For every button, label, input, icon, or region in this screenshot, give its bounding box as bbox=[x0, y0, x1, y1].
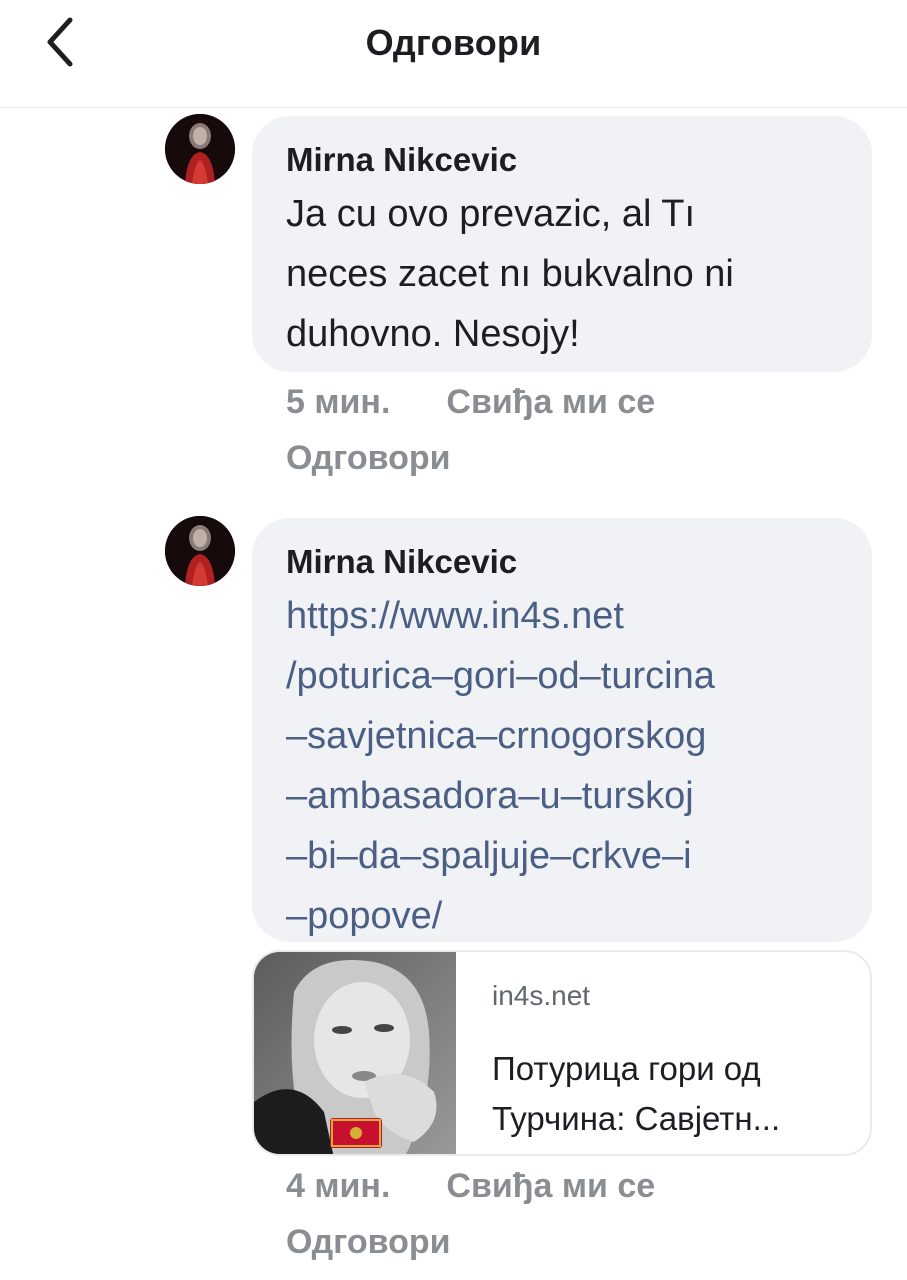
link-line[interactable]: –bi–da–spaljuje–crkve–i bbox=[286, 826, 838, 886]
comment-bubble[interactable]: Mirna Nikcevic Ja cu ovo prevazic, al Tı… bbox=[252, 116, 872, 372]
comment-text-line: Ja cu ovo prevazic, al Tı bbox=[286, 193, 696, 235]
link-preview-card[interactable]: in4s.net Потурица гори од Турчина: Савје… bbox=[252, 950, 872, 1156]
link-preview-title-line: Турчина: Савјетн... bbox=[492, 1100, 781, 1137]
top-bar: Одговори bbox=[0, 0, 907, 108]
comment-text-line: neces zacet nı bukvalno ni bbox=[286, 253, 734, 295]
link-line[interactable]: –ambasadora–u–turskoj bbox=[286, 766, 838, 826]
avatar-image bbox=[165, 516, 235, 586]
comment-time: 5 мин. bbox=[286, 383, 391, 421]
reply-button[interactable]: Одговори bbox=[286, 439, 451, 477]
comment-author[interactable]: Mirna Nikcevic bbox=[286, 540, 838, 584]
link-preview-domain: in4s.net bbox=[492, 980, 591, 1011]
comment-actions: 5 мин. Свиђа ми се Одговори bbox=[286, 374, 846, 486]
link-line[interactable]: –savjetnica–crnogorskog bbox=[286, 706, 838, 766]
comment-actions: 4 мин. Свиђа ми се Одговори bbox=[286, 1158, 846, 1270]
comment-text-line: duhovno. Nesojy! bbox=[286, 313, 580, 355]
link-preview-title: Потурица гори од Турчина: Савјетн... bbox=[492, 1044, 852, 1144]
reply-button[interactable]: Одговори bbox=[286, 1223, 451, 1261]
link-preview-thumbnail bbox=[254, 952, 456, 1154]
link-line[interactable]: –popove/ bbox=[286, 886, 838, 946]
comment-author[interactable]: Mirna Nikcevic bbox=[286, 138, 838, 182]
like-button[interactable]: Свиђа ми се bbox=[446, 1167, 655, 1205]
avatar[interactable] bbox=[165, 114, 235, 184]
avatar[interactable] bbox=[165, 516, 235, 586]
link-line[interactable]: /poturica–gori–od–turcina bbox=[286, 646, 838, 706]
page-title: Одговори bbox=[365, 22, 542, 63]
link-preview-title-line: Потурица гори од bbox=[492, 1050, 761, 1087]
comment-text: Ja cu ovo prevazic, al Tı neces zacet nı… bbox=[286, 184, 838, 364]
comment-bubble[interactable]: Mirna Nikcevic https://www.in4s.net /pot… bbox=[252, 518, 872, 942]
like-button[interactable]: Свиђа ми се bbox=[446, 383, 655, 421]
comment-link[interactable]: https://www.in4s.net /poturica–gori–od–t… bbox=[286, 586, 838, 946]
link-line[interactable]: https://www.in4s.net bbox=[286, 586, 838, 646]
woman-photo-image bbox=[254, 952, 456, 1154]
avatar-image bbox=[165, 114, 235, 184]
comment-time: 4 мин. bbox=[286, 1167, 391, 1205]
